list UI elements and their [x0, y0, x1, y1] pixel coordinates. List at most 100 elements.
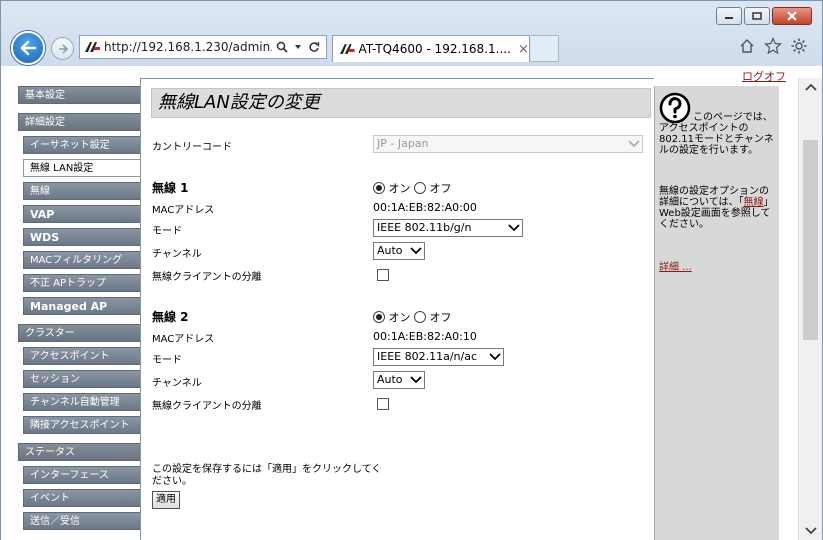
sidebar-item-wireless[interactable]: 無線: [23, 182, 141, 200]
window-controls: [716, 7, 812, 25]
radio2-on-label: オン: [388, 311, 411, 324]
radio2-channel-value: Auto: [377, 373, 403, 386]
back-button[interactable]: [11, 31, 45, 65]
radio1-channel-select[interactable]: Auto: [373, 242, 425, 260]
apply-button[interactable]: 適用: [152, 491, 180, 509]
main-content: 無線LAN設定の変更 カントリーコード JP - Japan 無線 1 オン オ…: [140, 78, 654, 540]
radio1-power: オン オフ: [373, 180, 452, 196]
help-wireless-link[interactable]: 無線: [744, 197, 764, 208]
radio1-off-label: オフ: [429, 182, 452, 195]
radio1-off-radio[interactable]: [414, 182, 426, 194]
radio2-mac-label: MACアドレス: [152, 334, 215, 345]
country-code-value: JP - Japan: [377, 137, 429, 150]
radio2-mode-select[interactable]: IEEE 802.11a/n/ac: [373, 348, 504, 366]
radio2-on-radio[interactable]: [373, 311, 385, 323]
sidebar-item-ethernet[interactable]: イーサネット設定: [23, 136, 141, 154]
radio1-mode-label: モード: [152, 226, 182, 237]
help-intro: このページでは、アクセスポイントの802.11モードとチャンネルの設定を行います…: [659, 112, 774, 156]
sidebar-item-rogue-ap[interactable]: 不正 APトラップ: [23, 274, 141, 292]
help-detail-link[interactable]: 詳細 ...: [659, 258, 692, 273]
radio1-isolation-checkbox[interactable]: [377, 269, 389, 281]
new-tab-button[interactable]: [531, 35, 559, 62]
sidebar-item-managed-ap[interactable]: Managed AP: [23, 297, 141, 315]
url-text: http://192.168.1.230/admin.: [104, 40, 272, 54]
maximize-button[interactable]: [744, 7, 770, 25]
save-note: この設定を保存するには「適用」をクリックしてください。: [152, 464, 382, 487]
chevron-down-icon: [410, 376, 422, 384]
radio1-mac-label: MACアドレス: [152, 205, 215, 216]
sidebar-item-event[interactable]: イベント: [23, 489, 141, 507]
radio2-channel-label: チャンネル: [152, 378, 202, 389]
tab-favicon-icon: [339, 44, 355, 54]
address-bar[interactable]: http://192.168.1.230/admin.: [79, 35, 327, 59]
tab-close-icon[interactable]: ×: [518, 42, 529, 57]
tab-title: AT-TQ4600 - 192.168.1....: [358, 42, 511, 56]
refresh-icon[interactable]: [308, 41, 320, 53]
close-icon: [787, 11, 797, 21]
sidebar-item-advanced[interactable]: 詳細設定: [18, 113, 141, 131]
sidebar-nav: 基本設定 詳細設定 イーサネット設定 無線 LAN設定 無線 VAP WDS M…: [18, 86, 142, 535]
back-arrow-icon: [20, 40, 37, 56]
radio1-title: 無線 1: [152, 181, 189, 195]
radio2-mac-value: 00:1A:EB:82:A0:10: [373, 330, 477, 343]
chevron-down-icon: [410, 247, 422, 255]
radio2-mode-value: IEEE 802.11a/n/ac: [377, 350, 477, 363]
radio2-power: オン オフ: [373, 309, 452, 325]
chevron-up-icon: [804, 83, 817, 91]
sidebar-item-txrx[interactable]: 送信／受信: [23, 512, 141, 530]
chevron-down-icon: [804, 527, 817, 535]
scroll-up-button[interactable]: [799, 78, 822, 96]
address-tools: [276, 41, 320, 53]
sidebar-item-mac-filter[interactable]: MACフィルタリング: [23, 251, 141, 269]
radio1-on-radio[interactable]: [373, 182, 385, 194]
sidebar-item-cluster[interactable]: クラスター: [18, 324, 141, 342]
sidebar-item-auto-channel[interactable]: チャンネル自動管理: [23, 393, 141, 411]
favorites-star-icon[interactable]: [764, 37, 782, 55]
chevron-down-icon: [489, 353, 501, 361]
forward-button[interactable]: [51, 37, 74, 60]
minimize-button[interactable]: [716, 7, 742, 25]
page-viewport: ログオフ 基本設定 詳細設定 イーサネット設定 無線 LAN設定 無線 VAP …: [0, 66, 823, 540]
radio1-mac-value: 00:1A:EB:82:A0:00: [373, 201, 477, 214]
browser-toolbar: [738, 37, 808, 55]
scroll-thumb[interactable]: [803, 140, 818, 340]
sidebar-item-wlan[interactable]: 無線 LAN設定: [23, 159, 142, 177]
radio2-title: 無線 2: [152, 310, 189, 324]
forward-arrow-icon: [58, 43, 68, 54]
logoff-link[interactable]: ログオフ: [742, 68, 786, 84]
country-code-select[interactable]: JP - Japan: [373, 135, 643, 153]
browser-chrome: http://192.168.1.230/admin. AT-TQ4600 - …: [0, 0, 823, 66]
sidebar-item-wds[interactable]: WDS: [23, 228, 141, 246]
country-code-label: カントリーコード: [152, 142, 232, 153]
browser-tab[interactable]: AT-TQ4600 - 192.168.1.... ×: [332, 35, 530, 62]
vertical-scrollbar[interactable]: [798, 78, 822, 540]
help-panel: このページでは、アクセスポイントの802.11モードとチャンネルの設定を行います…: [654, 86, 779, 540]
help-more: 無線の設定オプションの詳細については、「無線」Web設定画面を参照してください。: [659, 186, 775, 230]
radio1-mode-select[interactable]: IEEE 802.11b/g/n: [373, 219, 523, 237]
chevron-down-icon: [508, 224, 520, 232]
radio2-off-label: オフ: [429, 311, 452, 324]
radio1-channel-value: Auto: [377, 244, 403, 257]
close-window-button[interactable]: [772, 7, 812, 25]
radio1-on-label: オン: [388, 182, 411, 195]
radio1-mode-value: IEEE 802.11b/g/n: [377, 221, 472, 234]
radio2-channel-select[interactable]: Auto: [373, 371, 425, 389]
sidebar-item-neighbor-ap[interactable]: 隣接アクセスポイント: [23, 416, 141, 434]
sidebar-item-basic[interactable]: 基本設定: [18, 86, 141, 104]
radio2-isolation-checkbox[interactable]: [377, 398, 389, 410]
dropdown-icon[interactable]: [294, 43, 302, 51]
scroll-down-button[interactable]: [799, 522, 822, 540]
sidebar-item-status[interactable]: ステータス: [18, 443, 141, 461]
maximize-icon: [752, 12, 762, 20]
page-title: 無線LAN設定の変更: [151, 88, 651, 118]
radio2-isolation-label: 無線クライアントの分離: [152, 401, 262, 412]
radio2-off-radio[interactable]: [414, 311, 426, 323]
sidebar-item-interface[interactable]: インターフェース: [23, 466, 141, 484]
sidebar-item-vap[interactable]: VAP: [23, 205, 141, 223]
search-icon[interactable]: [276, 41, 288, 53]
radio1-isolation-label: 無線クライアントの分離: [152, 272, 262, 283]
sidebar-item-session[interactable]: セッション: [23, 370, 141, 388]
settings-gear-icon[interactable]: [790, 37, 808, 55]
sidebar-item-access-point[interactable]: アクセスポイント: [23, 347, 141, 365]
home-icon[interactable]: [738, 37, 756, 55]
